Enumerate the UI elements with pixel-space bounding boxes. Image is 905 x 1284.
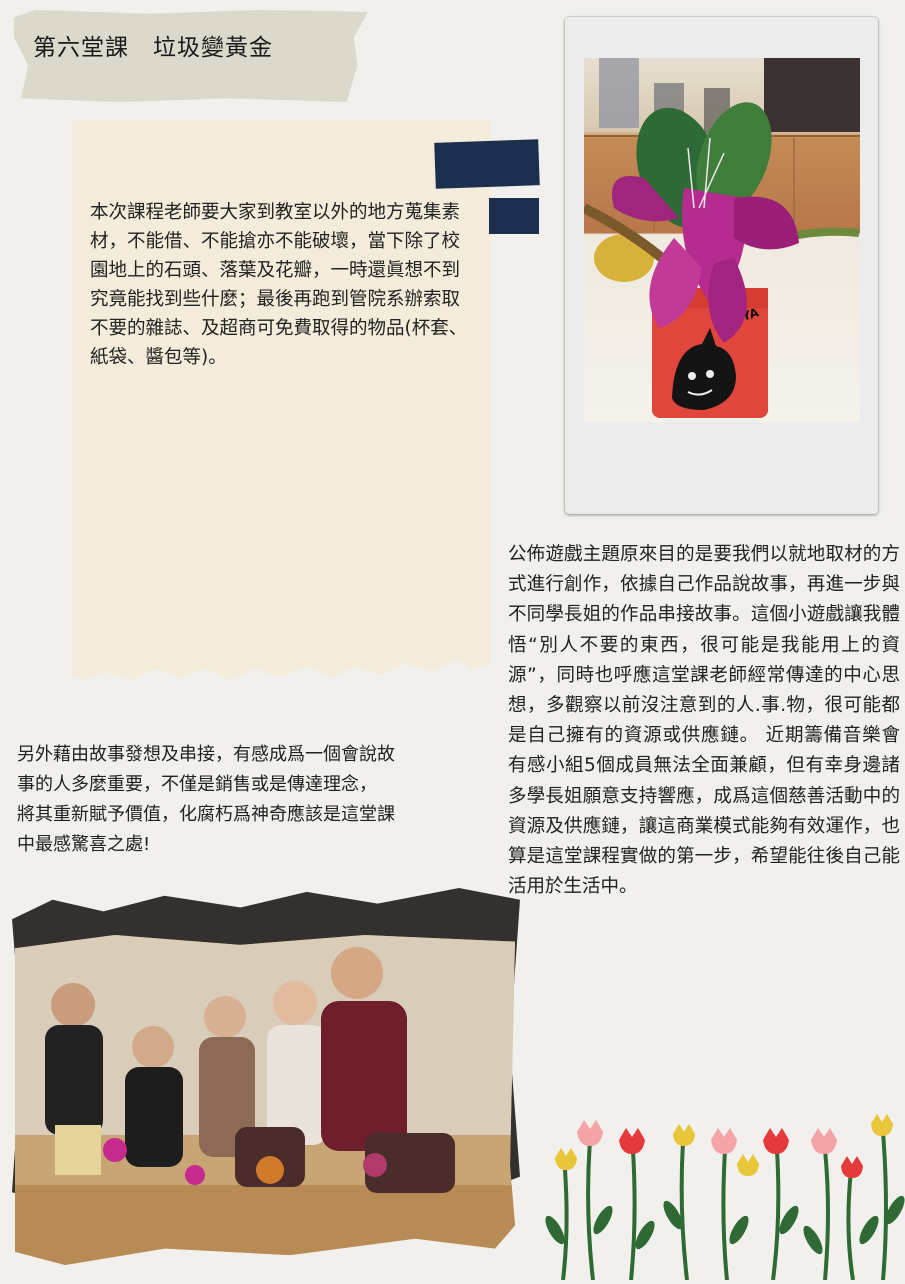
person <box>45 983 103 1135</box>
paragraph-line: 將其重新賦予價值，化腐朽爲神奇應該是這堂課 <box>17 804 395 825</box>
navy-tape-decoration <box>489 198 539 234</box>
paragraph-line: 中最感驚喜之處! <box>17 834 151 855</box>
paragraph-material-collection: 本次課程老師要大家到教室以外的地方蒐集素材，不能借、不能搶亦不能破壞，當下除了校… <box>90 202 468 368</box>
flower-can-photo: NYA <box>584 58 860 422</box>
page-title: 第六堂課 垃圾變黃金 <box>33 35 273 61</box>
group-photo-illustration <box>15 935 515 1265</box>
flower-can-illustration: NYA <box>584 58 860 418</box>
tulip-decoration <box>545 1110 905 1281</box>
paragraph-line: 事的人多麼重要，不僅是銷售或是傳達理念， <box>17 774 377 795</box>
navy-tape-decoration <box>434 139 540 189</box>
paragraph-storytelling: 另外藉由故事發想及串接，有感成爲一個會說故 事的人多麼重要，不僅是銷售或是傳達理… <box>17 740 495 860</box>
group-photo <box>15 935 515 1265</box>
paragraph-line: 另外藉由故事發想及串接，有感成爲一個會說故 <box>17 744 395 765</box>
paragraph-reflection: 公佈遊戲主題原來目的是要我們以就地取材的方式進行創作，依據自己作品說故事，再進一… <box>508 544 900 898</box>
